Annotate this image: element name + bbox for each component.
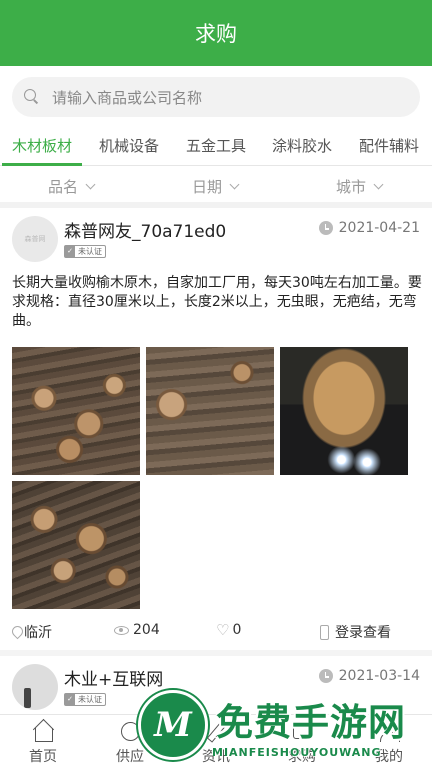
post-views: 204 [114, 622, 160, 638]
chevron-down-icon [85, 179, 96, 189]
filter-label: 城市 [336, 178, 367, 196]
avatar-text: 森普网 [24, 235, 46, 243]
home-icon [31, 719, 55, 743]
bottom-tab-bar: 首页 供应 资讯 求购 我的 [0, 714, 432, 768]
purchase-icon [290, 719, 314, 743]
post-description: 长期大量收购榆木原木，自家加工厂用，每天30吨左右加工量。要求规格：直径30厘米… [12, 275, 422, 329]
user-icon [377, 719, 401, 743]
app: 求购 请输入商品或公司名称 木材板材 机械设备 五金工具 涂料胶水 配件辅料 品… [0, 0, 432, 768]
post-location: 临沂 [12, 622, 52, 642]
post-photo[interactable] [280, 347, 408, 475]
phone-icon [320, 624, 329, 640]
filter-label: 日期 [192, 178, 223, 196]
tab-paint-glue[interactable]: 涂料胶水 [272, 130, 332, 165]
search-input[interactable]: 请输入商品或公司名称 [12, 77, 420, 117]
views-count: 204 [133, 622, 160, 638]
supply-icon [118, 719, 142, 743]
post-photo[interactable] [12, 481, 140, 609]
news-icon [204, 719, 228, 743]
post-date: 2021-04-21 [318, 220, 420, 236]
verification-badge: ✓ 未认证 [64, 245, 106, 258]
tab-machinery[interactable]: 机械设备 [99, 130, 159, 165]
location-pin-icon [12, 626, 21, 638]
search-area: 请输入商品或公司名称 [0, 66, 432, 130]
shield-icon: ✓ [65, 246, 75, 257]
chevron-down-icon [229, 179, 240, 189]
tab-hardware-tools[interactable]: 五金工具 [186, 130, 246, 165]
tabbar-home[interactable]: 首页 [13, 719, 73, 766]
post-date: 2021-03-14 [318, 668, 420, 684]
heart-icon: ♡ [216, 621, 230, 639]
chevron-down-icon [373, 179, 384, 189]
page-title: 求购 [195, 22, 237, 46]
filter-city[interactable]: 城市 [336, 176, 384, 197]
post-photo[interactable] [146, 347, 274, 475]
contact-label: 登录查看 [335, 625, 391, 641]
filter-label: 品名 [48, 178, 79, 196]
post-username: 木业+互联网 [64, 670, 164, 690]
tabbar-mine[interactable]: 我的 [359, 719, 419, 766]
post-likes[interactable]: ♡ 0 [216, 622, 241, 638]
tabbar-purchase[interactable]: 求购 [272, 719, 332, 766]
category-tabs: 木材板材 机械设备 五金工具 涂料胶水 配件辅料 [0, 130, 432, 166]
tabbar-label: 我的 [375, 749, 403, 765]
tabbar-label: 资讯 [202, 749, 230, 765]
tabbar-label: 首页 [29, 749, 57, 765]
tabbar-label: 求购 [288, 749, 316, 765]
filter-bar: 品名 日期 城市 [0, 166, 432, 208]
top-bar: 求购 [0, 0, 432, 66]
avatar: 森普网 [12, 216, 58, 262]
avatar-image [24, 688, 31, 708]
filter-product-name[interactable]: 品名 [48, 176, 96, 197]
tab-accessories[interactable]: 配件辅料 [359, 130, 419, 165]
post-username: 森普网友_70a71ed0 [64, 222, 227, 242]
avatar [12, 664, 58, 710]
location-text: 临沂 [24, 625, 52, 641]
login-to-view-button[interactable]: 登录查看 [320, 622, 391, 642]
clock-icon [318, 669, 333, 683]
tabbar-supply[interactable]: 供应 [100, 719, 160, 766]
post-photo[interactable] [12, 347, 140, 475]
badge-label: 未认证 [78, 695, 102, 704]
verification-badge: ✓ 未认证 [64, 693, 106, 706]
shield-icon: ✓ [65, 694, 75, 705]
likes-count: 0 [232, 622, 242, 638]
post-card[interactable]: 森普网 森普网友_70a71ed0 ✓ 未认证 2021-04-21 长期大量收购… [0, 208, 432, 650]
clock-icon [318, 221, 333, 235]
search-placeholder: 请输入商品或公司名称 [52, 88, 203, 107]
date-text: 2021-04-21 [338, 220, 420, 236]
tabbar-label: 供应 [116, 749, 144, 765]
eye-icon [114, 625, 129, 635]
filter-date[interactable]: 日期 [192, 176, 240, 197]
tab-wood-board[interactable]: 木材板材 [1, 130, 83, 166]
date-text: 2021-03-14 [338, 668, 420, 684]
badge-label: 未认证 [78, 247, 102, 256]
post-stats: 临沂 204 ♡ 0 登录查看 [0, 622, 432, 642]
tabbar-news[interactable]: 资讯 [186, 719, 246, 766]
search-icon [24, 89, 40, 105]
